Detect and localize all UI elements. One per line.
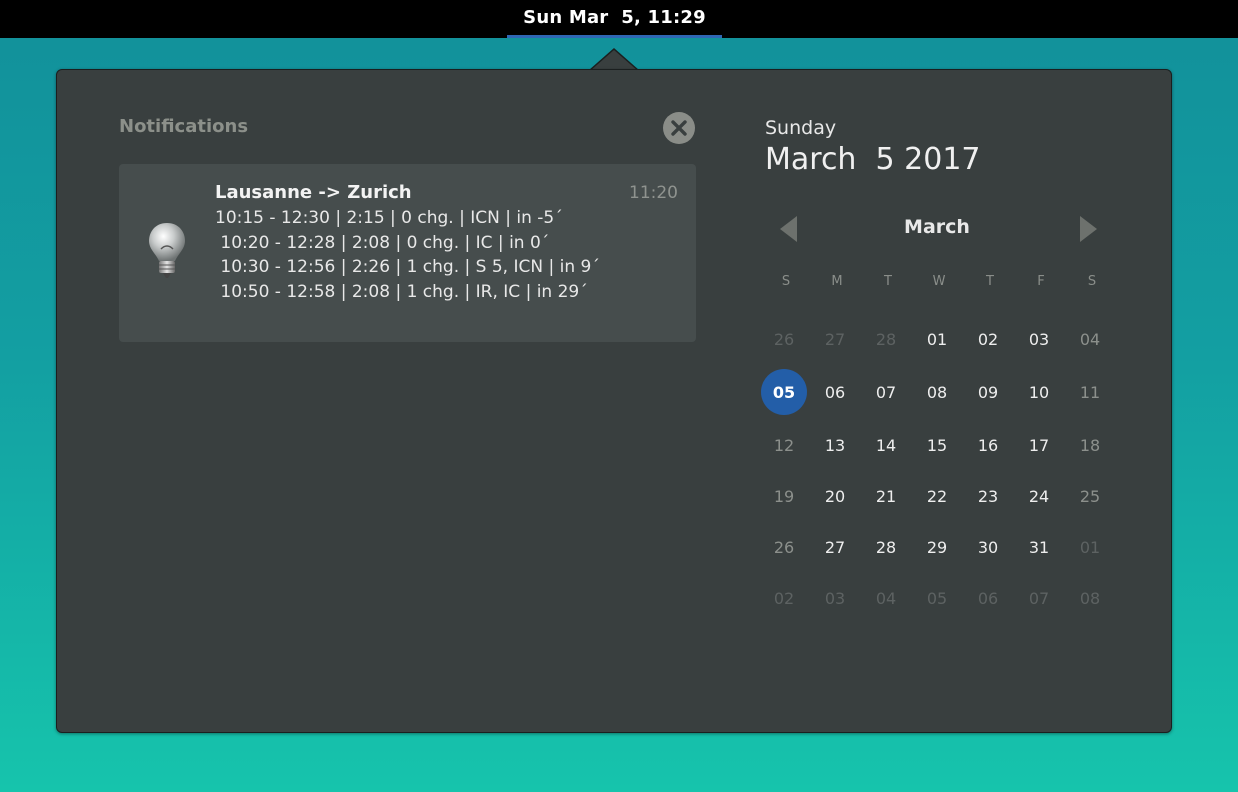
next-month-button[interactable] bbox=[1080, 216, 1097, 242]
calendar-day[interactable]: 28 bbox=[863, 524, 909, 570]
calendar-day[interactable]: 23 bbox=[965, 473, 1011, 519]
day-of-week-header: W bbox=[932, 274, 946, 289]
calendar-day[interactable]: 08 bbox=[914, 369, 960, 415]
calendar-day[interactable]: 03 bbox=[812, 575, 858, 621]
previous-month-button[interactable] bbox=[780, 216, 797, 242]
calendar-day[interactable]: 02 bbox=[965, 316, 1011, 362]
calendar-day[interactable]: 31 bbox=[1016, 524, 1062, 570]
clear-notifications-button[interactable] bbox=[663, 112, 695, 144]
notification-title: Lausanne -> Zurich bbox=[215, 182, 412, 203]
connection-line: 10:15 - 12:30 | 2:15 | 0 chg. | ICN | in… bbox=[215, 208, 563, 228]
calendar-day[interactable]: 19 bbox=[761, 473, 807, 519]
calendar-day[interactable]: 10 bbox=[1016, 369, 1062, 415]
calendar-day[interactable]: 26 bbox=[761, 316, 807, 362]
full-date-label[interactable]: March 5 2017 bbox=[765, 142, 981, 177]
connection-line: 10:30 - 12:56 | 2:26 | 1 chg. | S 5, ICN… bbox=[215, 257, 600, 277]
calendar-day[interactable]: 20 bbox=[812, 473, 858, 519]
calendar-day[interactable]: 01 bbox=[1067, 524, 1113, 570]
calendar-day[interactable]: 17 bbox=[1016, 422, 1062, 468]
calendar-day[interactable]: 16 bbox=[965, 422, 1011, 468]
notification-body: 10:15 - 12:30 | 2:15 | 0 chg. | ICN | in… bbox=[215, 206, 600, 304]
notifications-title: Notifications bbox=[119, 116, 249, 137]
day-of-week-header: S bbox=[781, 274, 791, 289]
calendar-day[interactable]: 12 bbox=[761, 422, 807, 468]
lightbulb-icon bbox=[149, 223, 185, 278]
calendar-day[interactable]: 24 bbox=[1016, 473, 1062, 519]
day-of-week-header: T bbox=[986, 274, 994, 289]
day-of-week-header: M bbox=[831, 274, 843, 289]
calendar-day[interactable]: 08 bbox=[1067, 575, 1113, 621]
calendar-day[interactable]: 25 bbox=[1067, 473, 1113, 519]
calendar-day[interactable]: 18 bbox=[1067, 422, 1113, 468]
calendar-day[interactable]: 11 bbox=[1067, 369, 1113, 415]
top-bar: Sun Mar 5, 11:29 bbox=[0, 0, 1238, 38]
calendar-day[interactable]: 09 bbox=[965, 369, 1011, 415]
calendar-day[interactable]: 13 bbox=[812, 422, 858, 468]
calendar-day[interactable]: 27 bbox=[812, 316, 858, 362]
calendar-popover: Notifications Lausanne -> Zurich 11:20 1… bbox=[56, 69, 1172, 733]
calendar-day[interactable]: 07 bbox=[1016, 575, 1062, 621]
calendar-day[interactable]: 30 bbox=[965, 524, 1011, 570]
calendar-day[interactable]: 03 bbox=[1016, 316, 1062, 362]
calendar-day[interactable]: 07 bbox=[863, 369, 909, 415]
calendar-day[interactable]: 15 bbox=[914, 422, 960, 468]
day-of-week-header: T bbox=[884, 274, 892, 289]
connection-line: 10:20 - 12:28 | 2:08 | 0 chg. | IC | in … bbox=[215, 232, 550, 253]
date-time-button[interactable]: Sun Mar 5, 11:29 bbox=[507, 0, 722, 38]
notification-time: 11:20 bbox=[629, 183, 678, 203]
calendar-day[interactable]: 02 bbox=[761, 575, 807, 621]
calendar-day[interactable]: 04 bbox=[1067, 316, 1113, 362]
calendar-day[interactable]: 06 bbox=[965, 575, 1011, 621]
day-of-week-header: S bbox=[1087, 274, 1097, 289]
notification-card[interactable]: Lausanne -> Zurich 11:20 10:15 - 12:30 |… bbox=[119, 164, 696, 342]
connection-line: 10:50 - 12:58 | 2:08 | 1 chg. | IR, IC |… bbox=[215, 281, 588, 302]
calendar-day[interactable]: 05 bbox=[761, 369, 807, 415]
month-label: March bbox=[904, 216, 970, 238]
calendar-day[interactable]: 29 bbox=[914, 524, 960, 570]
weekday-label[interactable]: Sunday bbox=[765, 117, 836, 139]
calendar-day[interactable]: 28 bbox=[863, 316, 909, 362]
calendar-day[interactable]: 21 bbox=[863, 473, 909, 519]
calendar-day[interactable]: 26 bbox=[761, 524, 807, 570]
popover-arrow-fill bbox=[590, 50, 638, 71]
close-icon bbox=[671, 120, 687, 136]
calendar-day[interactable]: 04 bbox=[863, 575, 909, 621]
calendar-day[interactable]: 27 bbox=[812, 524, 858, 570]
calendar-day[interactable]: 22 bbox=[914, 473, 960, 519]
calendar-day[interactable]: 14 bbox=[863, 422, 909, 468]
calendar-day[interactable]: 06 bbox=[812, 369, 858, 415]
day-of-week-header: F bbox=[1037, 274, 1045, 289]
calendar-day[interactable]: 05 bbox=[914, 575, 960, 621]
calendar-day[interactable]: 01 bbox=[914, 316, 960, 362]
